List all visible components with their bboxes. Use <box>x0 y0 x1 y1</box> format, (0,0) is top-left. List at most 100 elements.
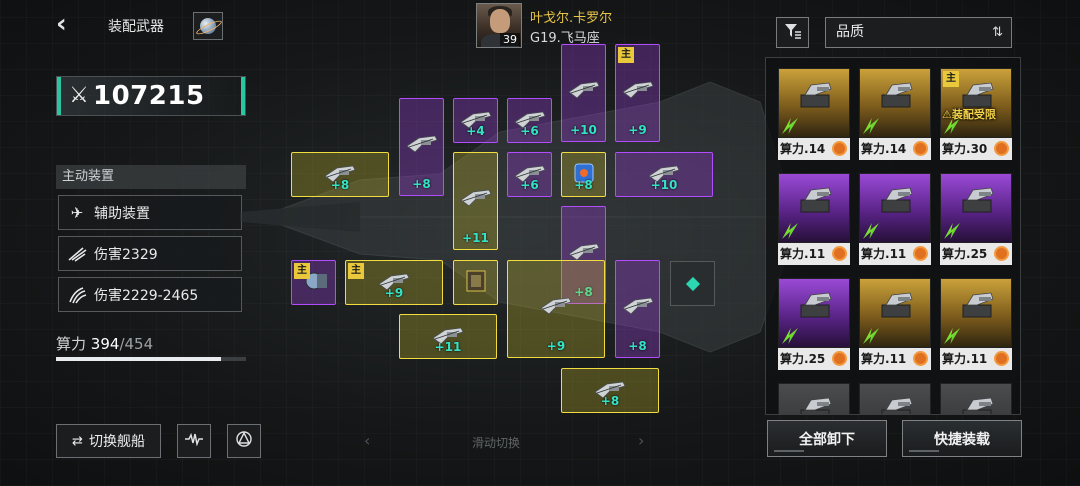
restricted-warning: ⚠装配受限 <box>942 106 996 122</box>
inventory-card[interactable]: 算力.14 <box>778 68 850 160</box>
card-power-prefix: 算力. <box>780 247 809 261</box>
warning-icon: ⚠ <box>942 108 952 121</box>
slot-level: +8 <box>330 178 350 192</box>
weapon-icon <box>876 81 918 111</box>
card-power-value: 14 <box>889 142 907 156</box>
capacity-current: 394 <box>90 335 120 353</box>
inventory-card[interactable]: 主 ⚠装配受限 算力.30 <box>940 68 1012 160</box>
equipment-slot[interactable]: +11 <box>453 152 498 250</box>
inventory-card[interactable] <box>859 383 931 414</box>
scroll-hint: 滑动切换 <box>472 436 521 450</box>
weapon-icon <box>795 291 837 321</box>
slot-main-module[interactable]: 主 <box>291 260 336 305</box>
planet-button[interactable] <box>193 12 223 40</box>
capacity-label: 算力 <box>56 335 87 353</box>
slot-level: +4 <box>466 124 485 138</box>
gear-icon <box>832 246 847 261</box>
unload-all-button[interactable]: 全部卸下 <box>767 420 887 457</box>
inventory-card[interactable]: 算力.11 <box>778 173 850 265</box>
capacity-bar-fill <box>56 357 221 361</box>
equipment-slot[interactable]: +4 <box>453 98 498 143</box>
slot-level: +10 <box>570 123 597 137</box>
card-power-prefix: 算力. <box>942 142 971 156</box>
empty-slot[interactable] <box>670 261 715 306</box>
inventory-card[interactable] <box>940 383 1012 414</box>
stat-row-damage-range[interactable]: 伤害2229-2465 <box>58 277 242 312</box>
weapon-icon <box>405 132 439 154</box>
switch-ship-label: 切换舰船 <box>88 434 145 450</box>
weapon-icon <box>539 294 573 316</box>
weapon-icon <box>957 186 999 216</box>
inventory-card[interactable]: 算力.14 <box>859 68 931 160</box>
slot-level: +8 <box>574 178 593 192</box>
weapon-icon <box>795 81 837 111</box>
filter-button[interactable] <box>776 17 809 48</box>
stat-label: 伤害2229-2465 <box>94 287 199 304</box>
waveform-icon <box>184 432 204 450</box>
inventory-card[interactable]: 算力.11 <box>859 278 931 370</box>
gear-icon <box>913 351 928 366</box>
stat-label: 伤害2329 <box>94 246 158 263</box>
waveform-button[interactable] <box>177 424 211 458</box>
emblem-button[interactable] <box>227 424 261 458</box>
sort-dropdown[interactable]: 品质 ⇅ <box>825 17 1012 48</box>
main-tag: 主 <box>294 263 310 279</box>
combat-power-box: ⚔ 107215 <box>56 76 246 116</box>
card-power-value: 14 <box>808 142 826 156</box>
capacity-bar <box>56 357 246 361</box>
weapon-icon <box>876 291 918 321</box>
equipment-slot[interactable]: 主 +9 <box>615 44 660 142</box>
inventory-card[interactable] <box>778 383 850 414</box>
slot-level: +8 <box>600 394 620 408</box>
gear-icon <box>913 141 928 156</box>
weapon-icon <box>567 240 601 262</box>
inventory-card[interactable]: 算力.11 <box>940 278 1012 370</box>
main-tag: 主 <box>943 71 959 87</box>
card-power-prefix: 算力. <box>861 142 890 156</box>
weapon-icon <box>876 396 918 414</box>
main-tag: 主 <box>618 47 634 63</box>
pilot-level: 39 <box>500 33 520 46</box>
card-power-prefix: 算力. <box>780 352 809 366</box>
equipment-slot[interactable]: +8 <box>615 260 660 358</box>
gear-icon <box>832 351 847 366</box>
equipment-slot[interactable]: +8 <box>561 152 606 197</box>
equipment-slot[interactable]: +8 <box>291 152 389 197</box>
card-power-value: 25 <box>808 352 826 366</box>
slot-level: +6 <box>520 124 539 138</box>
equipment-slot[interactable]: +8 <box>561 368 659 413</box>
equipment-slot[interactable]: +10 <box>615 152 713 197</box>
equipment-slot[interactable]: +6 <box>507 152 552 197</box>
filter-icon <box>784 23 802 43</box>
claw-damage-icon <box>64 284 90 306</box>
equipment-slot[interactable]: +9 <box>507 260 605 358</box>
module-box-icon <box>459 270 493 292</box>
gear-icon <box>994 141 1009 156</box>
back-chevron-icon: ‹ <box>56 9 67 39</box>
sort-label: 品质 <box>836 24 864 40</box>
equipment-slot[interactable]: 主 +9 <box>345 260 443 305</box>
slot-level: +8 <box>412 177 431 191</box>
inventory-card[interactable]: 算力.11 <box>859 173 931 265</box>
equipment-slot[interactable]: +10 <box>561 44 606 142</box>
equipment-slot[interactable]: +6 <box>507 98 552 143</box>
inventory-panel[interactable]: 算力.14 算力.14 主 ⚠装配受限 算力.30 算力.11 算力.11 算力.25 算力.2… <box>765 57 1021 415</box>
stat-row-aux-device[interactable]: ✈ 辅助装置 <box>58 195 242 230</box>
weapon-icon <box>795 186 837 216</box>
equipment-slot[interactable]: +11 <box>399 314 497 359</box>
back-button[interactable]: ‹ <box>56 9 82 39</box>
slot-level: +10 <box>650 178 678 192</box>
pilot-name: 叶戈尔.卡罗尔 <box>530 11 613 26</box>
slot-special-box[interactable] <box>453 260 498 305</box>
diamond-icon <box>685 276 700 291</box>
quick-equip-label: 快捷装载 <box>934 431 990 448</box>
stat-row-damage[interactable]: 伤害2329 <box>58 236 242 271</box>
switch-ship-button[interactable]: ⇄ 切换舰船 <box>56 424 161 458</box>
equipment-slot[interactable]: +8 <box>399 98 444 196</box>
inventory-card[interactable]: 算力.25 <box>940 173 1012 265</box>
card-power-prefix: 算力. <box>942 352 971 366</box>
card-power-value: 11 <box>970 352 988 366</box>
quick-equip-button[interactable]: 快捷装载 <box>902 420 1022 457</box>
inventory-card[interactable]: 算力.25 <box>778 278 850 370</box>
main-tag: 主 <box>348 263 364 279</box>
